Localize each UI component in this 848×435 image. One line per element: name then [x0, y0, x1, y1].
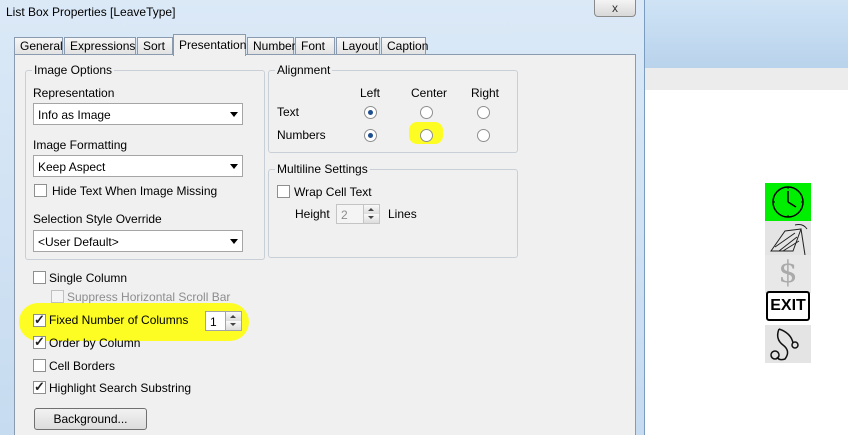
background-button[interactable]: Background... [34, 408, 147, 430]
alignment-title: Alignment [275, 63, 333, 77]
single-column-label: Single Column [49, 271, 128, 285]
alignment-row-text: Text [277, 105, 300, 119]
numbers-align-center-radio[interactable] [420, 129, 433, 142]
selection-style-label: Selection Style Override [33, 212, 162, 226]
wrap-cell-text-checkbox[interactable] [277, 185, 290, 198]
tab-caption[interactable]: Caption [381, 37, 428, 55]
alignment-row-numbers: Numbers [277, 128, 326, 142]
representation-value: Info as Image [38, 108, 111, 122]
order-by-column-checkbox[interactable] [33, 334, 46, 350]
selection-style-value: <User Default> [38, 235, 119, 249]
multiline-title: Multiline Settings [275, 162, 370, 176]
image-options-title: Image Options [32, 63, 115, 77]
image-formatting-label: Image Formatting [33, 138, 128, 152]
lines-label: Lines [388, 207, 417, 221]
image-formatting-select[interactable]: Keep Aspect [33, 155, 243, 177]
beach-chair-icon[interactable] [765, 221, 811, 259]
tab-sort[interactable]: Sort [137, 37, 173, 55]
highlight-search-checkbox[interactable] [33, 379, 46, 395]
stethoscope-icon[interactable] [765, 325, 811, 363]
alignment-group: Alignment Left Center Right Text Numbers [268, 63, 518, 153]
dialog-titlebar[interactable]: List Box Properties [LeaveType] x [0, 0, 645, 26]
clock-icon[interactable] [765, 183, 811, 221]
text-align-left-radio[interactable] [364, 106, 377, 119]
background-app-canvas [645, 90, 848, 435]
fixed-columns-label: Fixed Number of Columns [49, 313, 189, 327]
tab-expressions[interactable]: Expressions [64, 37, 136, 55]
selection-style-select[interactable]: <User Default> [33, 230, 243, 252]
chevron-down-icon [230, 239, 238, 244]
dialog-title: List Box Properties [LeaveType] [6, 5, 176, 19]
fixed-columns-value: 1 [210, 315, 217, 329]
tab-layout[interactable]: Layout [336, 37, 380, 55]
text-align-center-radio[interactable] [420, 106, 433, 119]
hide-text-checkbox[interactable] [34, 184, 47, 197]
tab-number[interactable]: Number [247, 37, 296, 55]
fixed-columns-stepper[interactable]: 1 [205, 311, 242, 331]
numbers-align-left-radio[interactable] [364, 129, 377, 142]
background-app-toolbar [645, 68, 848, 91]
fixed-columns-checkbox[interactable] [33, 312, 46, 328]
cell-borders-checkbox[interactable] [33, 359, 46, 372]
suppress-scroll-checkbox[interactable] [51, 290, 64, 303]
text-align-right-radio[interactable] [477, 106, 490, 119]
representation-select[interactable]: Info as Image [33, 103, 243, 125]
chevron-down-icon [230, 112, 238, 117]
alignment-col-left: Left [360, 86, 381, 100]
fixed-columns-down-button[interactable] [226, 321, 241, 330]
alignment-col-right: Right [471, 86, 500, 100]
dollar-icon[interactable]: $ [765, 255, 811, 293]
presentation-panel: Image Options Representation Info as Ima… [14, 54, 636, 435]
close-button[interactable]: x [594, 0, 636, 17]
highlight-search-label: Highlight Search Substring [49, 381, 192, 395]
multiline-settings-group: Multiline Settings Wrap Cell Text Height… [268, 162, 518, 258]
wrap-cell-text-label: Wrap Cell Text [294, 185, 372, 199]
tab-presentation[interactable]: Presentation [173, 34, 246, 56]
hide-text-label: Hide Text When Image Missing [52, 184, 218, 198]
representation-label: Representation [33, 86, 115, 100]
close-icon: x [612, 1, 618, 15]
tab-general[interactable]: General [14, 37, 63, 55]
height-down-button[interactable] [364, 214, 379, 223]
height-label: Height [295, 207, 330, 221]
chevron-down-icon [230, 164, 238, 169]
image-options-group: Image Options Representation Info as Ima… [25, 63, 265, 260]
numbers-align-right-radio[interactable] [477, 129, 490, 142]
dollar-glyph: $ [778, 255, 798, 290]
single-column-checkbox[interactable] [33, 271, 46, 284]
height-stepper[interactable]: 2 [336, 204, 380, 224]
tab-font[interactable]: Font [295, 37, 335, 55]
exit-sign-icon[interactable]: EXIT [766, 291, 810, 321]
image-formatting-value: Keep Aspect [38, 160, 106, 174]
alignment-col-center: Center [411, 86, 448, 100]
order-by-column-label: Order by Column [49, 336, 141, 350]
cell-borders-label: Cell Borders [49, 359, 116, 373]
exit-label: EXIT [770, 297, 806, 314]
suppress-scroll-label: Suppress Horizontal Scroll Bar [67, 290, 231, 304]
height-value: 2 [341, 208, 348, 222]
list-box-properties-dialog: List Box Properties [LeaveType] x Genera… [0, 0, 645, 435]
